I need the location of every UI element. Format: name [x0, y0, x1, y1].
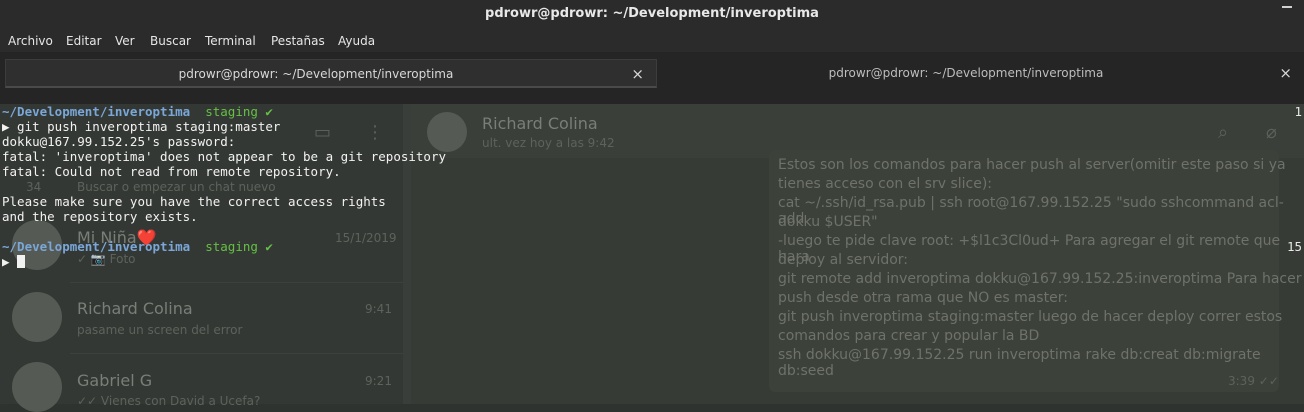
prompt-path: ~/Development/inveroptima [2, 104, 191, 119]
right-prompt-number: 1 [1294, 104, 1302, 119]
right-prompt-number: 15 [1286, 239, 1302, 254]
menu-pestanas[interactable]: Pestañas [271, 34, 325, 48]
menu-buscar[interactable]: Buscar [150, 34, 191, 48]
menu-ayuda[interactable]: Ayuda [338, 34, 375, 48]
window-title: pdrowr@pdrowr: ~/Development/inveroptima [485, 6, 819, 21]
tab-bar: pdrowr@pdrowr: ~/Development/inveroptima… [0, 52, 1304, 104]
prompt-branch: staging ✔ [205, 104, 273, 119]
menu-terminal[interactable]: Terminal [205, 34, 256, 48]
prompt-branch: staging ✔ [205, 239, 273, 254]
menu-editar[interactable]: Editar [66, 34, 102, 48]
text-cursor [17, 255, 26, 268]
close-icon[interactable]: × [1279, 64, 1292, 82]
tab-terminal-2[interactable]: pdrowr@pdrowr: ~/Development/inveroptima… [658, 59, 1304, 88]
output-line: dokku@167.99.152.25's password: [2, 134, 236, 149]
tab-terminal-1[interactable]: pdrowr@pdrowr: ~/Development/inveroptima… [5, 59, 657, 88]
minimize-icon[interactable] [1282, 6, 1292, 18]
window-titlebar: pdrowr@pdrowr: ~/Development/inveroptima [0, 0, 1304, 30]
tab-label: pdrowr@pdrowr: ~/Development/inveroptima [828, 66, 1104, 80]
close-icon[interactable]: × [631, 65, 644, 83]
menu-bar: Archivo Editar Ver Buscar Terminal Pesta… [0, 30, 1304, 52]
command-line: ▶ git push inveroptima staging:master [2, 119, 281, 134]
tab-label: pdrowr@pdrowr: ~/Development/inveroptima [178, 67, 454, 81]
prompt-path: ~/Development/inveroptima [2, 239, 191, 254]
output-line: fatal: 'inveroptima' does not appear to … [2, 149, 447, 164]
output-line: and the repository exists. [2, 209, 198, 224]
prompt-line: ~/Development/inveroptima staging ✔ [2, 239, 273, 254]
terminal-output[interactable]: ~/Development/inveroptima staging ✔ 1 ▶ … [0, 104, 1304, 404]
output-line: fatal: Could not read from remote reposi… [2, 164, 341, 179]
input-line[interactable]: ▶ [2, 254, 26, 269]
input-prompt: ▶ [2, 254, 18, 269]
menu-archivo[interactable]: Archivo [8, 34, 53, 48]
menu-ver[interactable]: Ver [115, 34, 135, 48]
prompt-line: ~/Development/inveroptima staging ✔ [2, 104, 273, 119]
output-line: Please make sure you have the correct ac… [2, 194, 386, 209]
